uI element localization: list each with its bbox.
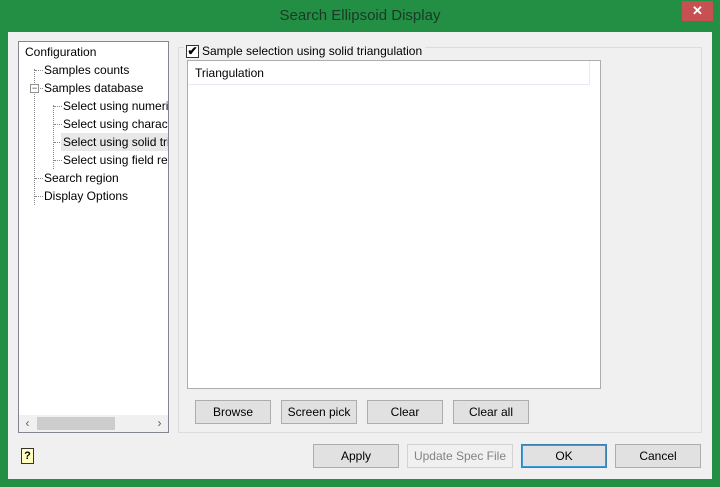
update-spec-file-button[interactable]: Update Spec File xyxy=(407,444,513,468)
help-icon[interactable]: ? xyxy=(21,448,34,464)
tree-item-select-field-restriction[interactable]: Select using field restriction xyxy=(61,151,168,169)
collapse-icon[interactable]: − xyxy=(30,84,39,93)
apply-button[interactable]: Apply xyxy=(313,444,399,468)
tree-item-select-solid-triangulation[interactable]: Select using solid triangulation xyxy=(61,133,168,151)
config-tree[interactable]: − Configuration Samples counts Samples d… xyxy=(18,41,169,433)
tree-item-search-region[interactable]: Search region xyxy=(42,169,121,187)
clear-button[interactable]: Clear xyxy=(367,400,443,424)
checkbox-label: Sample selection using solid triangulati… xyxy=(202,44,423,58)
solid-triangulation-checkbox[interactable]: ✔ Sample selection using solid triangula… xyxy=(184,42,426,60)
scrollbar-thumb[interactable] xyxy=(37,417,115,430)
close-icon: ✕ xyxy=(692,3,703,18)
column-header-triangulation[interactable]: Triangulation xyxy=(188,61,590,85)
triangulation-list[interactable]: Triangulation xyxy=(187,60,601,389)
checkbox-checked-icon[interactable]: ✔ xyxy=(186,44,199,58)
browse-button[interactable]: Browse xyxy=(195,400,271,424)
tree-item-configuration[interactable]: Configuration xyxy=(23,43,98,61)
scroll-left-icon[interactable]: ‹ xyxy=(19,415,36,432)
clear-all-button[interactable]: Clear all xyxy=(453,400,529,424)
tree-item-samples-counts[interactable]: Samples counts xyxy=(42,61,131,79)
horizontal-scrollbar[interactable]: ‹ › xyxy=(19,415,168,432)
screen-pick-button[interactable]: Screen pick xyxy=(281,400,357,424)
scroll-right-icon[interactable]: › xyxy=(151,415,168,432)
window-title: Search Ellipsoid Display xyxy=(279,7,441,24)
tree-item-select-numeric[interactable]: Select using numeric xyxy=(61,97,168,115)
cancel-button[interactable]: Cancel xyxy=(615,444,701,468)
tree-item-select-character[interactable]: Select using character xyxy=(61,115,168,133)
ok-button[interactable]: OK xyxy=(521,444,607,468)
close-button[interactable]: ✕ xyxy=(682,1,713,21)
tree-item-samples-database[interactable]: Samples database xyxy=(42,79,145,97)
dialog-client: − Configuration Samples counts Samples d… xyxy=(8,32,712,479)
tree-item-display-options[interactable]: Display Options xyxy=(42,187,130,205)
